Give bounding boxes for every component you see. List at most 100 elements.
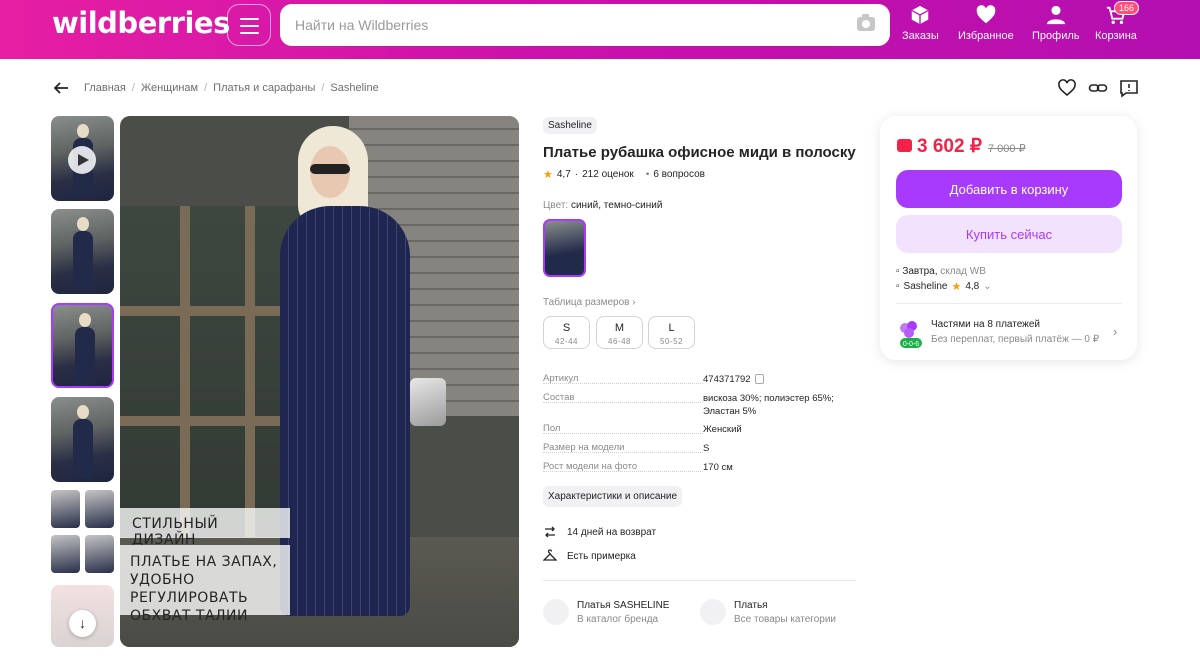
characteristics-button[interactable]: Характеристики и описание <box>543 486 683 507</box>
color-variant-swatch[interactable] <box>543 219 586 277</box>
spec-row: Размер на модели S <box>543 442 856 455</box>
camera-search-icon[interactable] <box>857 14 875 31</box>
breadcrumb-separator: / <box>204 82 208 94</box>
menu-line <box>240 32 259 34</box>
chevron-right-icon[interactable]: › <box>1113 324 1117 339</box>
add-to-cart-button[interactable]: Добавить в корзину <box>896 170 1122 208</box>
spec-value: 170 см <box>703 462 733 473</box>
spec-value: S <box>703 443 710 454</box>
size-option[interactable]: S 42-44 <box>543 316 590 349</box>
size-table-label: Таблица размеров <box>543 297 630 308</box>
delivery-info: ▫ Завтра, склад WB <box>896 266 986 277</box>
product-title: Платье рубашка офисное миди в полоску <box>543 144 856 161</box>
nav-orders[interactable]: Заказы <box>902 4 939 42</box>
reviews-count[interactable]: 212 оценок <box>582 169 634 180</box>
menu-line <box>240 18 259 20</box>
color-value: синий, темно-синий <box>570 200 663 211</box>
nav-favorites-label: Избранное <box>958 30 1014 42</box>
spec-value: вискоза 30%; полиэстер 65%; Эластан 5% <box>703 393 834 417</box>
warehouse-label: склад WB <box>940 266 986 277</box>
fitting-perk-label: Есть примерка <box>567 550 636 562</box>
spec-key: Размер на модели <box>543 442 703 453</box>
chevron-down-icon: ⌄ <box>983 281 992 292</box>
category-subtitle: Все товары категории <box>734 613 837 625</box>
hanger-icon <box>543 549 557 561</box>
installment-badge: 0-0-6 <box>903 341 919 348</box>
spec-key: Рост модели на фото <box>543 461 703 472</box>
category-title: Платья <box>734 599 768 611</box>
seller-info[interactable]: ▫ Sasheline ★ 4,8 ⌄ <box>896 280 992 293</box>
nav-favorites[interactable]: Избранное <box>958 4 1014 42</box>
breadcrumb-item[interactable]: Платья и сарафаны <box>213 82 315 94</box>
back-arrow-icon[interactable] <box>52 79 70 97</box>
photo-caption-wrap: ПЛАТЬЕ НА ЗАПАХ, УДОБНО РЕГУЛИРОВАТЬ ОБХ… <box>120 545 290 624</box>
collage-tile <box>85 490 114 528</box>
nav-orders-label: Заказы <box>902 30 939 42</box>
gallery-thumbnail-collage[interactable] <box>51 490 114 575</box>
share-link-icon[interactable] <box>1088 78 1108 98</box>
spec-key: Состав <box>543 392 703 403</box>
exchange-arrows-icon <box>545 526 555 538</box>
category-link[interactable]: Платья Все товары категории <box>700 599 836 625</box>
thumbnail-image <box>77 405 89 419</box>
size-table-link[interactable]: Таблица размеров › <box>543 297 636 308</box>
category-text: Платья Все товары категории <box>734 600 836 625</box>
cart-count-badge: 166 <box>1114 1 1140 15</box>
gallery-thumbnail[interactable] <box>51 397 114 482</box>
collage-tile <box>85 535 114 573</box>
wallet-icon <box>897 139 912 152</box>
search-input[interactable] <box>280 4 890 46</box>
gallery-thumbnail[interactable] <box>51 209 114 294</box>
size-option[interactable]: M 46-48 <box>596 316 643 349</box>
size-range: 50-52 <box>660 337 683 346</box>
spec-row: Состав вискоза 30%; полиэстер 65%; Эласта… <box>543 392 856 418</box>
current-price: 3 602 ₽ <box>917 136 982 157</box>
nav-cart-label: Корзина <box>1095 30 1137 42</box>
installment-subtitle: Без переплат, первый платёж — 0 ₽ <box>931 334 1100 345</box>
gallery-thumbnail-selected[interactable] <box>51 303 114 388</box>
top-header: wildberries Заказы Избранное Профиль Кор… <box>0 0 1200 59</box>
breadcrumb-item[interactable]: Главная <box>84 82 126 94</box>
spec-key: Пол <box>543 423 703 434</box>
scroll-down-arrow-icon[interactable]: ↓ <box>69 610 96 637</box>
installment-title[interactable]: Частями на 8 платежей <box>931 319 1040 330</box>
play-video-icon[interactable] <box>68 146 96 174</box>
thumbnail-image <box>77 124 89 138</box>
brand-catalog-link[interactable]: Платья SASHELINE В каталог бренда <box>543 599 669 625</box>
photo-model-sunglasses <box>310 164 350 174</box>
photo-caption-design: СТИЛЬНЫЙ ДИЗАЙН <box>120 508 290 548</box>
brand-tag[interactable]: Sasheline <box>543 117 597 134</box>
nav-profile[interactable]: Профиль <box>1032 4 1080 42</box>
old-price: 7 000 ₽ <box>988 143 1026 155</box>
chevron-right-icon: › <box>632 297 636 308</box>
questions-count[interactable]: 6 вопросов <box>653 169 705 180</box>
collage-tile <box>51 535 80 573</box>
layers-icon <box>700 599 726 625</box>
buy-now-button[interactable]: Купить сейчас <box>896 215 1122 253</box>
size-option[interactable]: L 50-52 <box>648 316 695 349</box>
breadcrumb-separator: / <box>321 82 325 94</box>
breadcrumb: Главная / Женщинам / Платья и сарафаны / Sashe… <box>84 82 379 94</box>
color-row: Цвет: синий, темно-синий <box>543 200 662 211</box>
menu-button[interactable] <box>227 4 271 46</box>
breadcrumb-separator: / <box>131 82 135 94</box>
photo-striped-dress <box>280 206 410 616</box>
size-name: S <box>562 322 571 334</box>
wildberries-logo[interactable]: wildberries <box>52 6 230 40</box>
copy-icon[interactable] <box>754 374 764 385</box>
breadcrumb-item[interactable]: Женщинам <box>141 82 198 94</box>
fitting-perk: Есть примерка <box>543 549 636 563</box>
rating-row[interactable]: ★ 4,7 · 212 оценок ▪ 6 вопросов <box>543 168 705 181</box>
favorite-heart-icon[interactable] <box>1057 78 1077 98</box>
installment-flower-icon: 0-0-6 <box>900 321 922 348</box>
card-divider <box>896 303 1122 304</box>
photo-handbag <box>410 378 446 426</box>
thumbnail-image <box>73 231 93 289</box>
breadcrumb-item[interactable]: Sasheline <box>330 82 378 94</box>
collage-tile <box>51 490 80 528</box>
spec-row: Рост модели на фото 170 см <box>543 461 856 474</box>
report-icon[interactable] <box>1119 78 1139 98</box>
thumbnail-image <box>79 313 91 327</box>
rating-separator: · <box>574 169 579 180</box>
delivery-date: Завтра, <box>902 266 938 277</box>
